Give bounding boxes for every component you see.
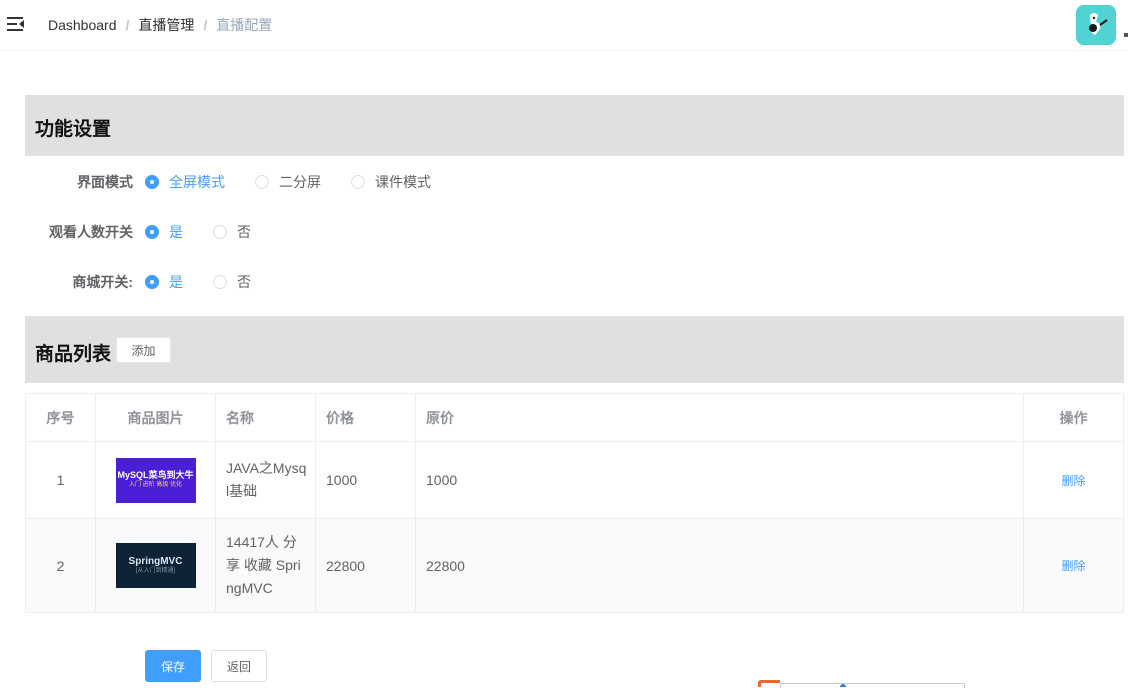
radio-checked-icon	[145, 275, 159, 289]
radio-viewer-yes[interactable]: 是	[145, 222, 183, 242]
settings-section-header: 功能设置	[25, 95, 1124, 156]
products-table: 序号 商品图片 名称 价格 原价 操作 1 MySQL菜鸟到大牛 入门 进阶 高…	[25, 393, 1124, 613]
settings-title: 功能设置	[35, 119, 112, 140]
row-index: 1	[26, 442, 96, 518]
product-thumbnail: MySQL菜鸟到大牛 入门 进阶 高级 优化	[115, 457, 196, 503]
radio-mall-yes[interactable]: 是	[145, 272, 183, 292]
overlay-widget-edge	[758, 680, 780, 687]
radio-unchecked-icon	[255, 175, 269, 189]
ui-mode-label: 界面模式	[77, 174, 133, 190]
hamburger-icon[interactable]	[7, 17, 24, 31]
overlay-widget-box	[780, 683, 965, 688]
row-price: 22800	[316, 519, 416, 612]
radio-split-screen[interactable]: 二分屏	[255, 172, 321, 192]
col-actions: 操作	[1059, 409, 1088, 426]
add-product-button[interactable]: 添加	[116, 337, 171, 363]
thumb-title: SpringMVC	[128, 555, 183, 567]
back-button[interactable]: 返回	[211, 650, 267, 682]
radio-unchecked-icon	[213, 225, 227, 239]
col-image: 商品图片	[96, 394, 216, 441]
thumb-title: MySQL菜鸟到大牛	[117, 470, 194, 480]
table-header-row: 序号 商品图片 名称 价格 原价 操作	[26, 394, 1123, 442]
mall-label: 商城开关:	[72, 274, 133, 290]
products-section-header: 商品列表 添加	[25, 316, 1124, 383]
user-avatar[interactable]	[1076, 5, 1116, 45]
delete-button[interactable]: 删除	[1061, 557, 1085, 574]
top-navbar: Dashboard / 直播管理 / 直播配置	[0, 0, 1128, 51]
col-index: 序号	[26, 394, 96, 441]
row-original-price: 22800	[416, 519, 1024, 612]
row-original-price: 1000	[416, 442, 1024, 518]
delete-button[interactable]: 删除	[1061, 472, 1085, 489]
breadcrumb: Dashboard / 直播管理 / 直播配置	[48, 17, 272, 33]
viewer-count-label: 观看人数开关	[49, 224, 133, 240]
mall-row: 商城开关: 是 否	[25, 272, 281, 292]
radio-checked-icon	[145, 225, 159, 239]
radio-unchecked-icon	[351, 175, 365, 189]
avatar-figure-icon	[1076, 5, 1116, 45]
ui-mode-row: 界面模式 全屏模式 二分屏 课件模式	[25, 172, 461, 192]
table-row: 1 MySQL菜鸟到大牛 入门 进阶 高级 优化 JAVA之Mysql基础 10…	[26, 442, 1123, 519]
row-index: 2	[26, 519, 96, 612]
avatar-dropdown-caret-icon[interactable]	[1124, 33, 1128, 37]
products-title: 商品列表	[35, 344, 112, 365]
col-price: 价格	[316, 394, 416, 441]
row-price: 1000	[316, 442, 416, 518]
radio-checked-icon	[145, 175, 159, 189]
col-name: 名称	[216, 394, 316, 441]
table-row: 2 SpringMVC [从入门到精通] 14417人 分享 收藏 Spring…	[26, 519, 1123, 612]
thumb-subtitle: 入门 进阶 高级 优化	[128, 482, 182, 488]
col-original-price: 原价	[416, 394, 1024, 441]
breadcrumb-dashboard[interactable]: Dashboard	[48, 17, 117, 33]
breadcrumb-live-management[interactable]: 直播管理	[138, 17, 194, 33]
thumb-subtitle: [从入门到精通]	[135, 567, 176, 574]
product-thumbnail: SpringMVC [从入门到精通]	[115, 543, 196, 588]
radio-courseware[interactable]: 课件模式	[351, 172, 431, 192]
radio-mall-no[interactable]: 否	[213, 272, 251, 292]
breadcrumb-separator: /	[125, 17, 130, 33]
radio-unchecked-icon	[213, 275, 227, 289]
breadcrumb-separator: /	[203, 17, 208, 33]
save-button[interactable]: 保存	[145, 650, 201, 682]
viewer-count-row: 观看人数开关 是 否	[25, 222, 281, 242]
row-name: 14417人 分享 收藏 SpringMVC	[216, 519, 316, 612]
radio-fullscreen[interactable]: 全屏模式	[145, 172, 225, 192]
row-name: JAVA之Mysql基础	[216, 442, 316, 518]
radio-viewer-no[interactable]: 否	[213, 222, 251, 242]
breadcrumb-current: 直播配置	[216, 17, 273, 33]
